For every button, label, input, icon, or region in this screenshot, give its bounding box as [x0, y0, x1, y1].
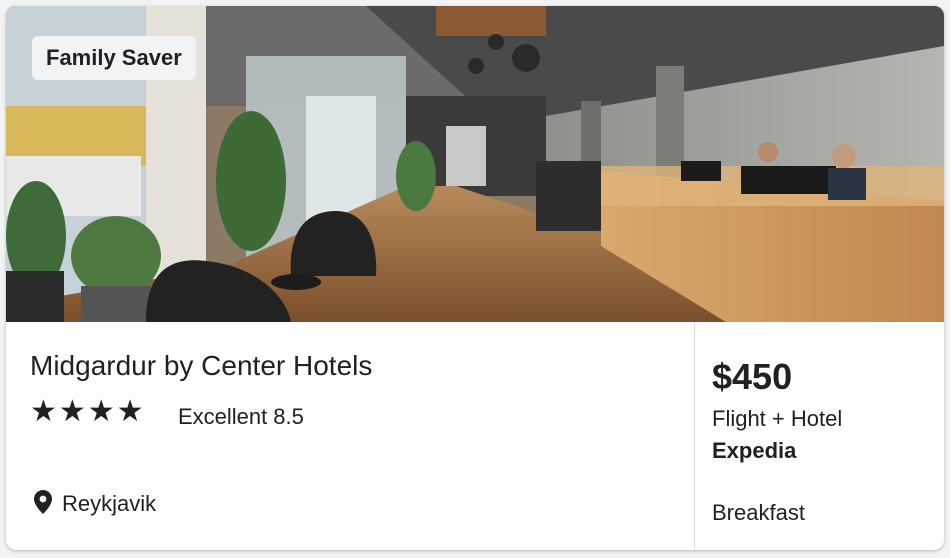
hotel-info: Midgardur by Center Hotels ★★★★ Excellen…	[6, 322, 694, 550]
price: $450	[712, 356, 793, 397]
provider-name: Expedia	[712, 438, 797, 463]
hotel-name[interactable]: Midgardur by Center Hotels	[30, 350, 372, 382]
package-type: Flight + Hotel	[712, 406, 843, 431]
price-panel[interactable]: $450 Flight + Hotel Expedia Breakfast	[695, 322, 944, 550]
location: Reykjavik	[34, 490, 156, 517]
location-name: Reykjavik	[62, 491, 157, 516]
rating-score: 8.5	[273, 404, 304, 429]
rating-label: Excellent	[178, 404, 268, 429]
map-pin-icon	[34, 490, 52, 514]
hotel-photo[interactable]: Family Saver	[6, 6, 944, 322]
star-rating-icon: ★★★★	[30, 395, 146, 428]
guest-rating: Excellent 8.5	[178, 404, 304, 430]
deal-badge: Family Saver	[32, 36, 196, 80]
amenity: Breakfast	[712, 500, 805, 525]
hotel-card[interactable]: Family Saver Midgardur by Center Hotels …	[6, 6, 944, 550]
